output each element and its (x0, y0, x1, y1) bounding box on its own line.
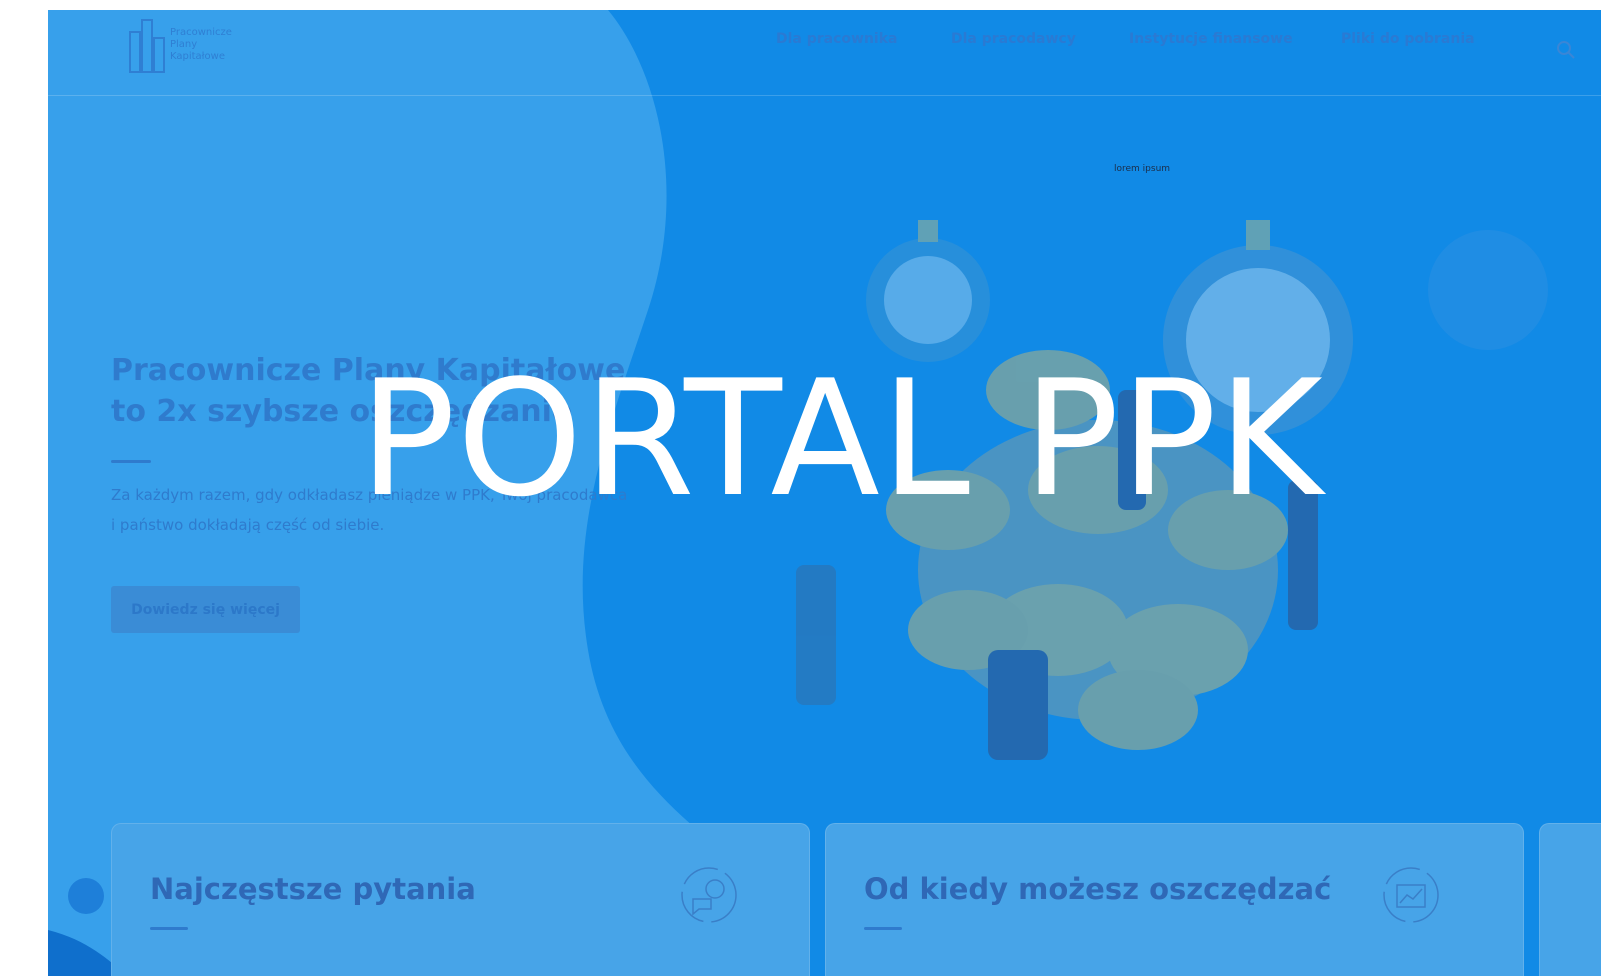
logo-text: Pracownicze Plany Kapitałowe (170, 27, 232, 63)
hero-title-line: to 2x szybsze oszczędzanie (111, 394, 573, 429)
card-title: Od kiedy możesz oszczędzać (864, 872, 1332, 906)
hero-description: Za każdym razem, gdy odkładasz pieniądze… (111, 480, 627, 540)
hero-description-line: i państwo dokładają część od siebie. (111, 516, 385, 534)
image-caption: lorem ipsum (1114, 164, 1171, 174)
calendar-chart-icon (1383, 867, 1439, 923)
savings-start-card[interactable]: Od kiedy możesz oszczędzać (825, 823, 1524, 976)
card-divider (864, 927, 902, 930)
hero-description-line: Za każdym razem, gdy odkładasz pieniądze… (111, 486, 628, 504)
question-chat-icon (681, 867, 737, 923)
learn-more-button[interactable]: Dowiedz się więcej (111, 586, 300, 633)
hero-divider (111, 460, 151, 463)
next-card[interactable] (1539, 823, 1601, 976)
card-title: Najczęstsze pytania (150, 872, 476, 906)
search-icon[interactable] (1556, 40, 1576, 60)
logo-line: Plany (170, 39, 198, 50)
nav-item-dla-pracownika[interactable]: Dla pracownika (776, 31, 898, 47)
faq-card[interactable]: Najczęstsze pytania (111, 823, 810, 976)
page-frame: Pracownicze Plany Kapitałowe Dla pracown… (48, 10, 1601, 976)
logo-line: Pracownicze (170, 27, 232, 38)
nav-item-pliki-do-pobrania[interactable]: Pliki do pobrania (1341, 31, 1475, 47)
nav-item-dla-pracodawcy[interactable]: Dla pracodawcy (951, 31, 1076, 47)
scroll-indicator[interactable] (68, 878, 104, 914)
card-divider (150, 927, 188, 930)
nav-item-instytucje-finansowe[interactable]: Instytucje finansowe (1129, 31, 1293, 47)
savings-illustration (796, 220, 1353, 760)
hero-title-line: Pracownicze Plany Kapitałowe (111, 353, 626, 388)
logo-line: Kapitałowe (170, 51, 225, 62)
hero-title: Pracownicze Plany Kapitałowe to 2x szybs… (111, 350, 625, 432)
site-header: Pracownicze Plany Kapitałowe Dla pracown… (48, 10, 1601, 96)
